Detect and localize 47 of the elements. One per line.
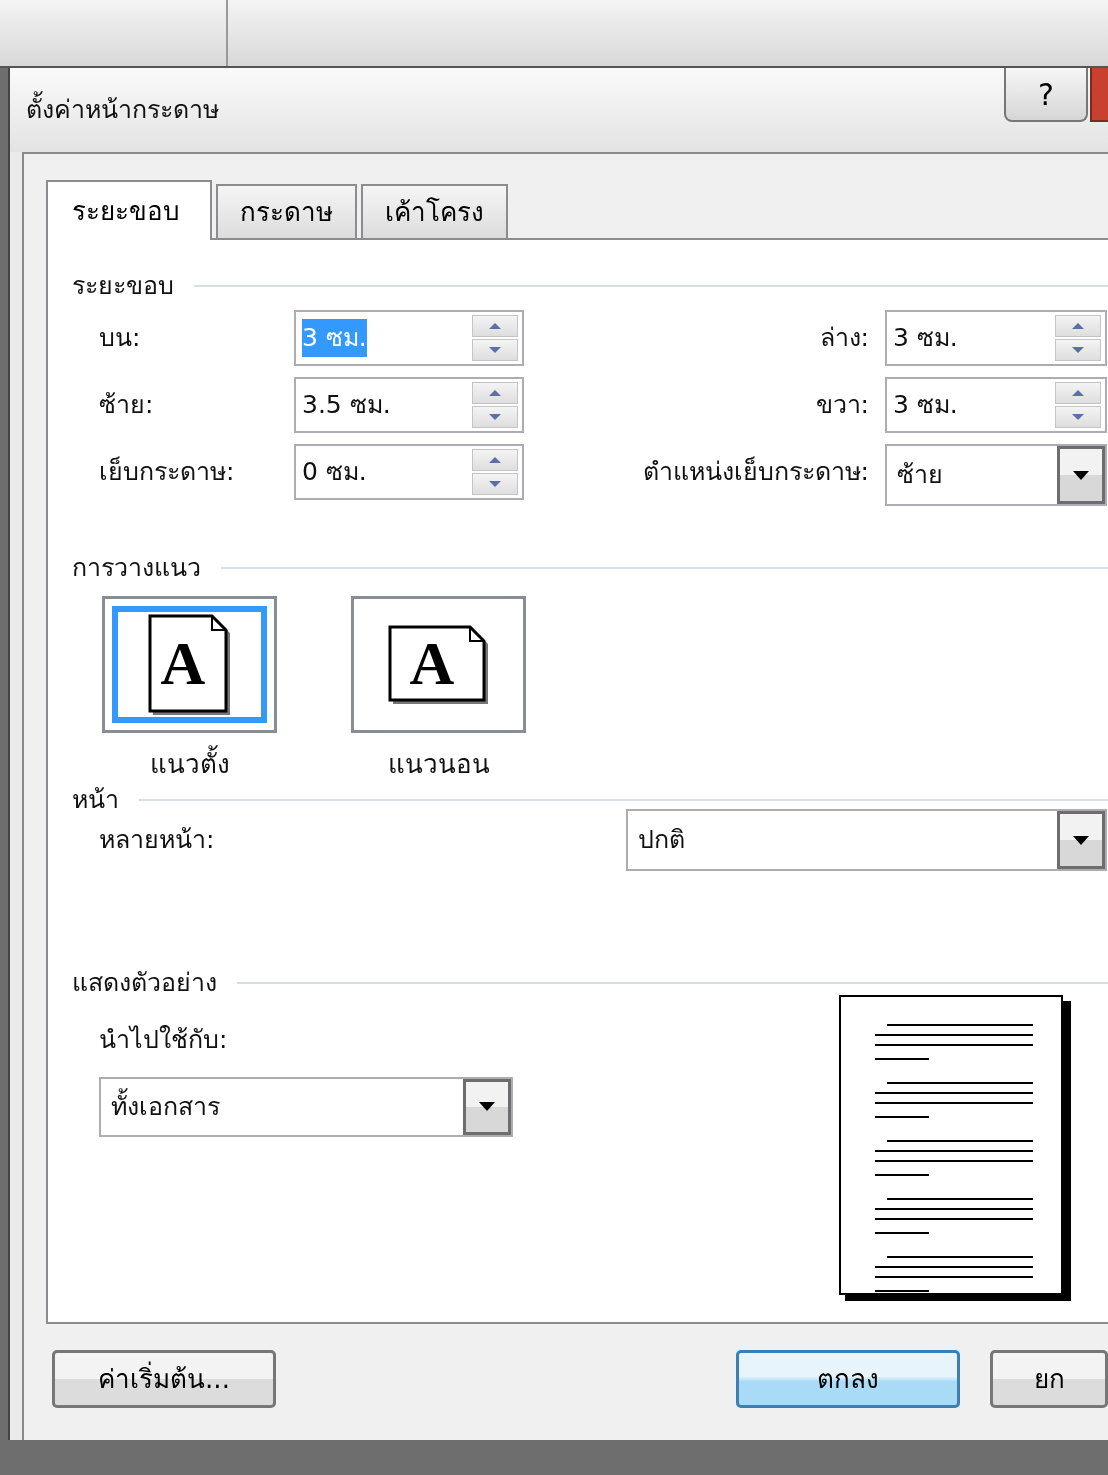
- spin-field[interactable]: 0 ซม.: [294, 444, 524, 500]
- tab[interactable]: เค้าโครง: [361, 184, 508, 238]
- dialog-button[interactable]: ตกลง: [736, 1350, 961, 1408]
- orientation-option[interactable]: A: [102, 596, 277, 733]
- caret-icon: [479, 1102, 495, 1111]
- section-heading: หน้า: [72, 784, 119, 817]
- dropdown-arrow-button[interactable]: [463, 1078, 511, 1135]
- spin-up-button[interactable]: [472, 315, 518, 337]
- dropdown-arrow-button[interactable]: [1057, 811, 1105, 869]
- help-button[interactable]: ?: [1004, 68, 1088, 122]
- dropdown-field[interactable]: ปกติ: [626, 809, 1107, 871]
- caret-icon: [1073, 470, 1089, 480]
- tab[interactable]: กระดาษ: [216, 184, 357, 238]
- field-label: ตำแหน่งเย็บกระดาษ:: [641, 455, 870, 489]
- spin-down-button[interactable]: [1055, 339, 1101, 361]
- field-label: บน:: [99, 322, 142, 355]
- field-label: ขวา:: [814, 389, 870, 422]
- option-label: แนวนอน: [387, 748, 490, 781]
- field-label: เย็บกระดาษ:: [99, 455, 236, 489]
- spin-up-button[interactable]: [1055, 315, 1101, 337]
- spin-field[interactable]: 3 ซม.: [885, 377, 1107, 433]
- dropdown-arrow-button[interactable]: [1057, 446, 1105, 504]
- tab[interactable]: ระยะขอบ: [46, 180, 212, 240]
- window-title: ตั้งค่าหน้ากระดาษ: [26, 91, 219, 129]
- section-heading: การวางแนว: [72, 552, 201, 585]
- option-label: แนวตั้ง: [149, 745, 230, 785]
- field-label: หลายหน้า:: [99, 824, 216, 857]
- spin-down-button[interactable]: [472, 406, 518, 428]
- field-label: ล่าง:: [818, 322, 870, 355]
- spin-down-button[interactable]: [472, 473, 518, 495]
- spin-up-button[interactable]: [1055, 382, 1101, 404]
- spin-up-button[interactable]: [472, 382, 518, 404]
- section-heading: แสดงตัวอย่าง: [72, 967, 217, 1000]
- dropdown-field[interactable]: ซ้าย: [885, 444, 1107, 506]
- spin-field[interactable]: 3.5 ซม.: [294, 377, 524, 433]
- dropdown-field[interactable]: ทั้งเอกสาร: [99, 1076, 513, 1137]
- spin-field[interactable]: 3 ซม.: [885, 310, 1107, 366]
- field-label: นำไปใช้กับ:: [99, 1024, 229, 1056]
- section-heading: ระยะขอบ: [72, 270, 174, 303]
- dialog-button[interactable]: ยก: [990, 1350, 1108, 1408]
- spin-down-button[interactable]: [472, 339, 518, 361]
- field-label: ซ้าย:: [99, 389, 155, 422]
- dialog-button[interactable]: ค่าเริ่มต้น...: [52, 1350, 276, 1408]
- spin-down-button[interactable]: [1055, 406, 1101, 428]
- caret-icon: [1073, 835, 1089, 845]
- spin-up-button[interactable]: [472, 449, 518, 471]
- orientation-option[interactable]: A: [351, 596, 526, 733]
